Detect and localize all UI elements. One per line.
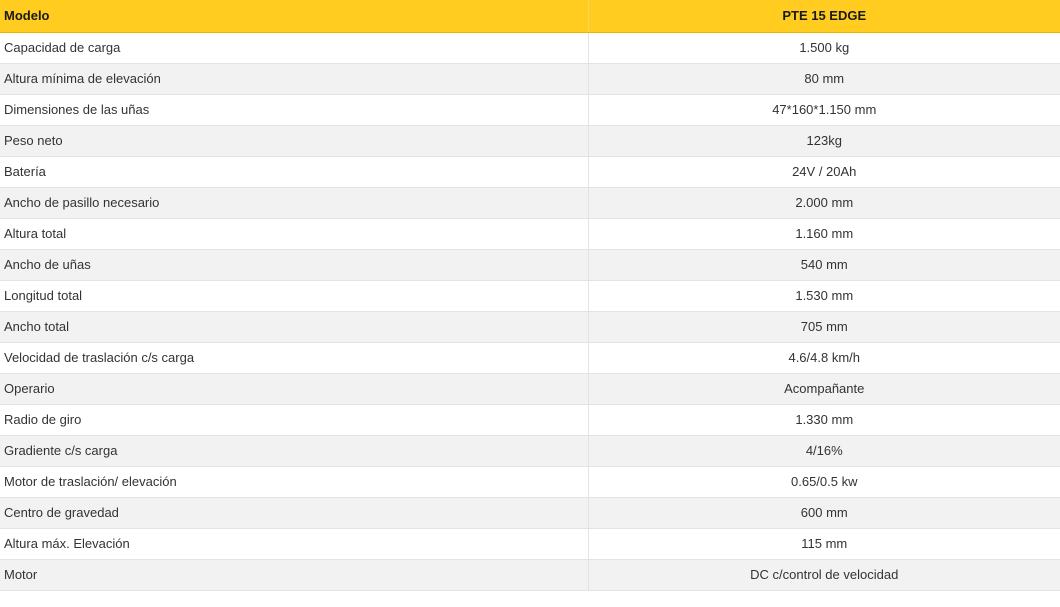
- table-header: Modelo PTE 15 EDGE: [0, 0, 1060, 33]
- spec-label: Motor de traslación/ elevación: [0, 466, 588, 498]
- table-row: Batería 24V / 20Ah: [0, 156, 1060, 188]
- spec-value: 1.160 mm: [587, 218, 1060, 250]
- spec-label: Batería: [0, 156, 588, 188]
- header-row: Modelo PTE 15 EDGE: [0, 0, 1060, 33]
- spec-value: 115 mm: [587, 528, 1060, 560]
- table-row: Radio de giro 1.330 mm: [0, 404, 1060, 436]
- spec-label: Dimensiones de las uñas: [0, 94, 588, 126]
- spec-table: Modelo PTE 15 EDGE Capacidad de carga 1.5…: [0, 0, 1060, 591]
- table-row: Peso neto 123kg: [0, 125, 1060, 157]
- table-row: Ancho total 705 mm: [0, 311, 1060, 343]
- header-model-label: Modelo: [0, 0, 588, 33]
- table-row: Centro de gravedad 600 mm: [0, 497, 1060, 529]
- spec-value: 47*160*1.150 mm: [587, 94, 1060, 126]
- spec-label: Ancho de pasillo necesario: [0, 187, 588, 219]
- spec-label: Capacidad de carga: [0, 32, 588, 64]
- table-row: Longitud total 1.530 mm: [0, 280, 1060, 312]
- table-row: Dimensiones de las uñas 47*160*1.150 mm: [0, 94, 1060, 126]
- table-row: Gradiente c/s carga 4/16%: [0, 435, 1060, 467]
- header-model-value: PTE 15 EDGE: [587, 0, 1060, 33]
- spec-value: 1.330 mm: [587, 404, 1060, 436]
- table-row: Capacidad de carga 1.500 kg: [0, 32, 1060, 64]
- spec-value: 705 mm: [587, 311, 1060, 343]
- table-row: Ancho de uñas 540 mm: [0, 249, 1060, 281]
- spec-value: 540 mm: [587, 249, 1060, 281]
- spec-label: Operario: [0, 373, 588, 405]
- table-row: Motor de traslación/ elevación 0.65/0.5 k…: [0, 466, 1060, 498]
- spec-label: Centro de gravedad: [0, 497, 588, 529]
- spec-label: Ancho de uñas: [0, 249, 588, 281]
- spec-value: 4.6/4.8 km/h: [587, 342, 1060, 374]
- spec-value: 2.000 mm: [587, 187, 1060, 219]
- table-row: Ancho de pasillo necesario 2.000 mm: [0, 187, 1060, 219]
- spec-label: Velocidad de traslación c/s carga: [0, 342, 588, 374]
- table-row: Altura mínima de elevación 80 mm: [0, 63, 1060, 95]
- table-row: Operario Acompañante: [0, 373, 1060, 405]
- spec-label: Altura mínima de elevación: [0, 63, 588, 95]
- spec-value: 80 mm: [587, 63, 1060, 95]
- table-row: Motor DC c/control de velocidad: [0, 559, 1060, 591]
- spec-label: Altura total: [0, 218, 588, 250]
- spec-label: Longitud total: [0, 280, 588, 312]
- spec-label: Altura máx. Elevación: [0, 528, 588, 560]
- spec-label: Ancho total: [0, 311, 588, 343]
- spec-value: 4/16%: [587, 435, 1060, 467]
- table-row: Altura máx. Elevación 115 mm: [0, 528, 1060, 560]
- spec-label: Motor: [0, 559, 588, 591]
- spec-value: 123kg: [587, 125, 1060, 157]
- spec-value: 1.500 kg: [587, 32, 1060, 64]
- spec-value: 600 mm: [587, 497, 1060, 529]
- spec-value: DC c/control de velocidad: [587, 559, 1060, 591]
- spec-label: Gradiente c/s carga: [0, 435, 588, 467]
- spec-value: 1.530 mm: [587, 280, 1060, 312]
- spec-value: 0.65/0.5 kw: [587, 466, 1060, 498]
- spec-label: Peso neto: [0, 125, 588, 157]
- table-row: Altura total 1.160 mm: [0, 218, 1060, 250]
- spec-value: Acompañante: [587, 373, 1060, 405]
- spec-label: Radio de giro: [0, 404, 588, 436]
- spec-value: 24V / 20Ah: [587, 156, 1060, 188]
- table-row: Velocidad de traslación c/s carga 4.6/4.8…: [0, 342, 1060, 374]
- table-body: Capacidad de carga 1.500 kg Altura mínima …: [0, 32, 1060, 591]
